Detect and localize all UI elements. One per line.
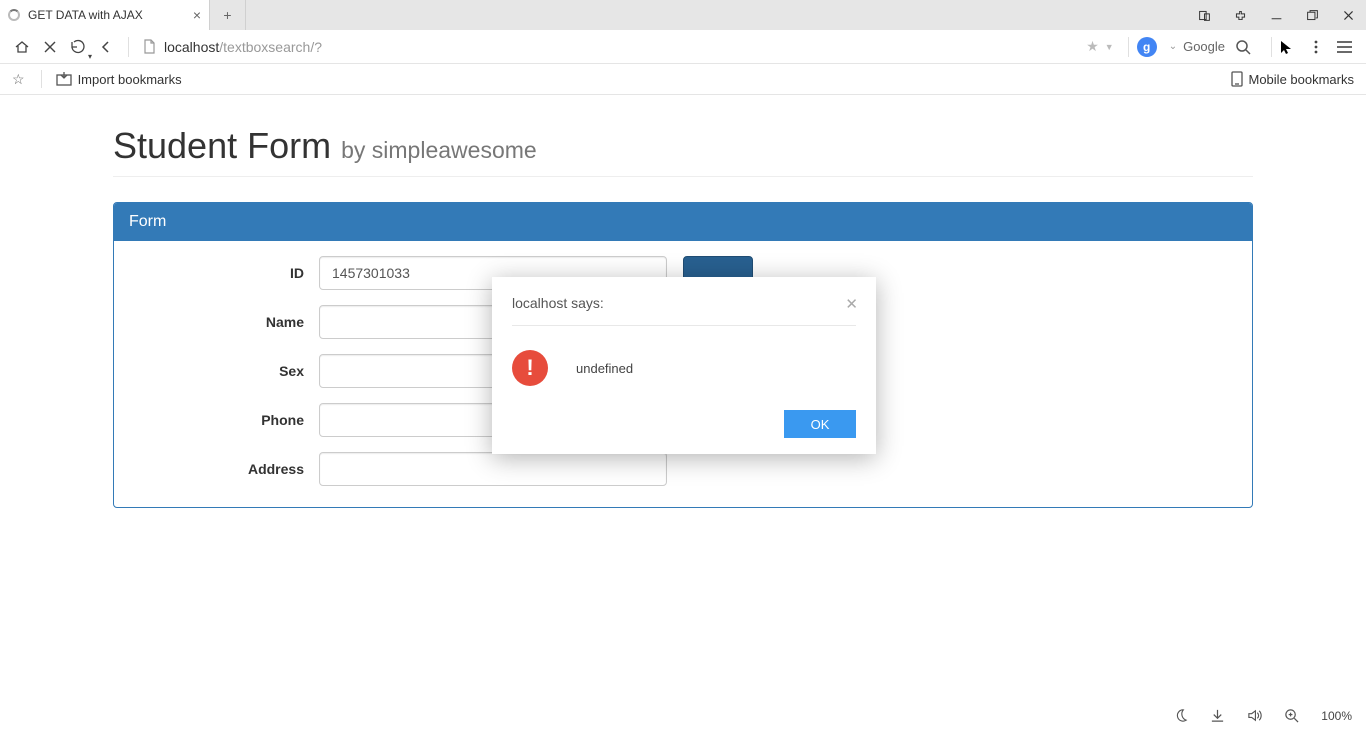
browser-titlebar: GET DATA with AJAX × + (0, 0, 1366, 30)
search-engine-icon[interactable]: g (1137, 37, 1157, 57)
page-icon (143, 39, 156, 54)
hamburger-menu-icon[interactable] (1330, 33, 1358, 61)
name-input[interactable] (319, 305, 667, 339)
minimize-icon[interactable] (1258, 0, 1294, 30)
extensions-icon[interactable] (1222, 0, 1258, 30)
form-row-name: Name (129, 305, 1237, 339)
new-tab-button[interactable]: + (210, 0, 246, 30)
volume-icon[interactable] (1247, 708, 1262, 723)
downloads-icon[interactable] (1210, 708, 1225, 723)
page-header: Student Form by simpleawesome (113, 125, 1253, 177)
zoom-icon[interactable] (1284, 708, 1299, 723)
sex-input[interactable] (319, 354, 667, 388)
devices-icon[interactable] (1186, 0, 1222, 30)
import-icon (56, 72, 72, 86)
separator (128, 37, 129, 57)
mobile-icon (1231, 71, 1243, 87)
separator (1128, 37, 1129, 57)
address-input[interactable] (319, 452, 667, 486)
back-icon[interactable] (92, 33, 120, 61)
search-icon[interactable] (1235, 39, 1251, 55)
phone-input[interactable] (319, 403, 667, 437)
label-phone: Phone (129, 412, 319, 428)
window-controls (1186, 0, 1366, 30)
search-engine-label: Google (1183, 39, 1225, 54)
import-bookmarks-label: Import bookmarks (78, 72, 182, 87)
mobile-bookmarks-button[interactable]: Mobile bookmarks (1231, 71, 1355, 87)
kebab-menu-icon[interactable] (1302, 33, 1330, 61)
page-subtitle: by simpleawesome (341, 137, 537, 163)
browser-tab[interactable]: GET DATA with AJAX × (0, 0, 210, 30)
import-bookmarks-button[interactable]: Import bookmarks (56, 72, 182, 87)
form-row-sex: Sex (129, 354, 1237, 388)
browser-navbar: ▾ localhost/textboxsearch/? ★ ▼ g ⌄ Goog… (0, 30, 1366, 64)
submit-button[interactable] (683, 256, 753, 290)
label-id: ID (129, 265, 319, 281)
panel-heading: Form (114, 203, 1252, 241)
reload-icon[interactable]: ▾ (64, 33, 92, 61)
close-tab-icon[interactable]: × (193, 7, 201, 23)
night-mode-icon[interactable] (1173, 708, 1188, 723)
id-input[interactable] (319, 256, 667, 290)
chevron-down-icon: ⌄ (1169, 41, 1177, 52)
url-text: localhost/textboxsearch/? (164, 39, 322, 55)
label-sex: Sex (129, 363, 319, 379)
mobile-bookmarks-label: Mobile bookmarks (1249, 72, 1355, 87)
separator (1271, 37, 1272, 57)
form-row-phone: Phone (129, 403, 1237, 437)
status-bar: 100% (0, 702, 1366, 729)
label-name: Name (129, 314, 319, 330)
form-panel: Form ID Name Sex Phone Address (113, 202, 1253, 508)
form-row-address: Address (129, 452, 1237, 486)
maximize-icon[interactable] (1294, 0, 1330, 30)
loading-spinner-icon (8, 9, 20, 21)
form-row-id: ID (129, 256, 1237, 290)
stop-icon[interactable] (36, 33, 64, 61)
close-window-icon[interactable] (1330, 0, 1366, 30)
label-address: Address (129, 461, 319, 477)
page-container: Student Form by simpleawesome Form ID Na… (113, 95, 1253, 508)
search-engine-selector[interactable]: ⌄ Google (1163, 39, 1225, 54)
home-icon[interactable] (8, 33, 36, 61)
page-title: Student Form by simpleawesome (113, 125, 1253, 167)
bookmarks-bar: ☆ Import bookmarks Mobile bookmarks (0, 64, 1366, 95)
tab-title: GET DATA with AJAX (28, 8, 143, 22)
favorite-icon[interactable]: ★ (1086, 38, 1099, 55)
navbar-right: ★ ▼ g ⌄ Google (1080, 33, 1358, 61)
url-dropdown-icon[interactable]: ▼ (1105, 42, 1114, 52)
panel-body: ID Name Sex Phone Address (114, 241, 1252, 507)
cursor-flag-icon[interactable] (1280, 40, 1294, 54)
url-bar[interactable]: localhost/textboxsearch/? (137, 33, 1080, 61)
separator (41, 70, 42, 88)
bookmark-star-icon[interactable]: ☆ (12, 71, 25, 88)
zoom-level: 100% (1321, 709, 1352, 723)
